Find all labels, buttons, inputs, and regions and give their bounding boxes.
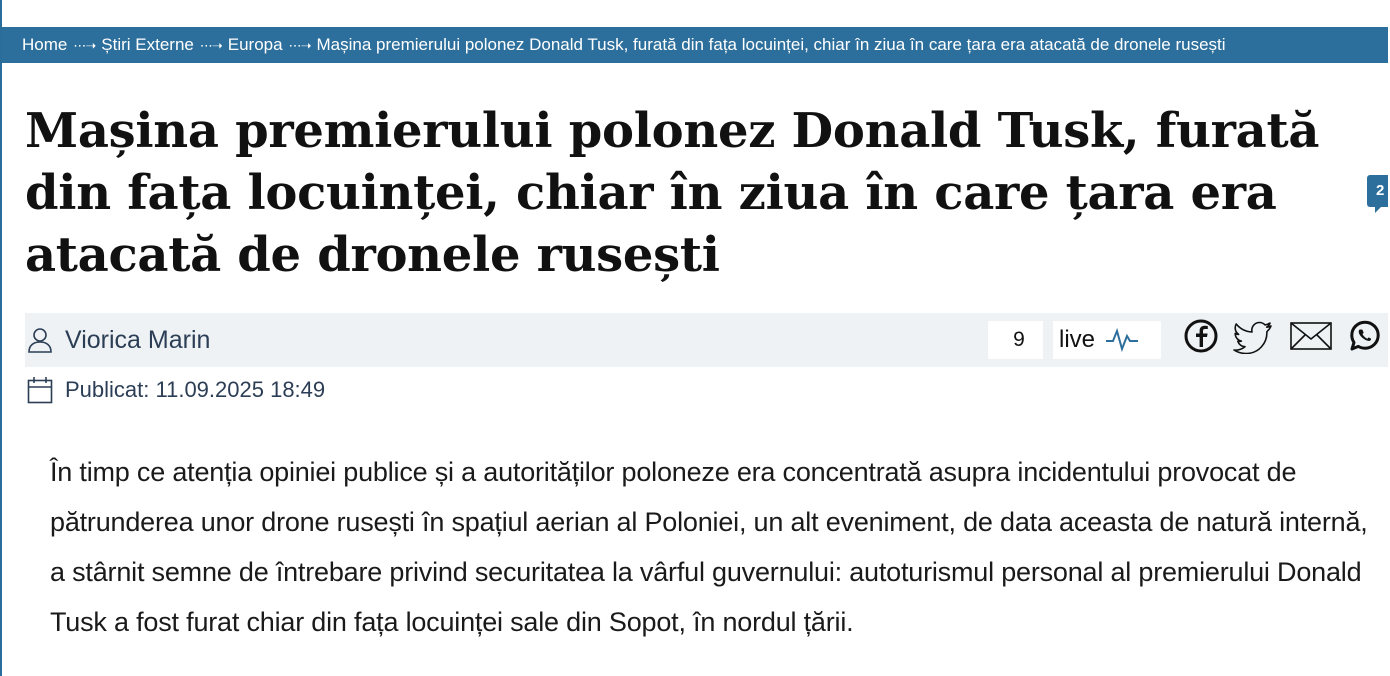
author[interactable]: Viorica Marin	[27, 313, 210, 367]
live-count: 9	[995, 328, 1043, 352]
live-label: live	[1059, 326, 1096, 353]
facebook-icon[interactable]	[1183, 318, 1219, 354]
published-date: Publicat: 11.09.2025 18:49	[27, 376, 325, 404]
article-meta-bar: Viorica Marin 9 live	[25, 313, 1388, 367]
breadcrumb-separator-icon: ⋯➝	[73, 38, 96, 53]
published-text: Publicat: 11.09.2025 18:49	[65, 377, 326, 402]
breadcrumb-home[interactable]: Home	[22, 35, 67, 54]
article-lead-paragraph: În timp ce atenția opiniei publice și a …	[50, 457, 1368, 637]
breadcrumb-separator-icon: ⋯➝	[288, 38, 312, 53]
pulse-icon	[1106, 327, 1139, 353]
breadcrumb-separator-icon: ⋯➝	[199, 38, 223, 53]
user-icon	[28, 328, 52, 353]
breadcrumb-europa[interactable]: Europa	[228, 35, 283, 54]
comment-count-badge[interactable]: 2	[1367, 175, 1388, 213]
breadcrumb-stiri-externe[interactable]: Știri Externe	[101, 35, 194, 54]
article-title: Mașina premierului polonez Donald Tusk, …	[25, 103, 1320, 283]
twitter-icon[interactable]	[1233, 318, 1275, 354]
author-name[interactable]: Viorica Marin	[65, 326, 210, 355]
calendar-icon	[27, 377, 53, 404]
share-icons	[1183, 318, 1383, 354]
live-readers: 9 live	[988, 321, 1161, 359]
whatsapp-icon[interactable]	[1347, 318, 1383, 354]
breadcrumb: Home ⋯➝ Știri Externe ⋯➝ Europa ⋯➝ Mașina prem…	[2, 27, 1388, 63]
email-icon[interactable]	[1289, 320, 1333, 352]
page-frame: Home ⋯➝ Știri Externe ⋯➝ Europa ⋯➝ Mașina prem…	[0, 0, 1388, 676]
breadcrumb-current: Mașina premierului polonez Donald Tusk, …	[316, 35, 1226, 54]
